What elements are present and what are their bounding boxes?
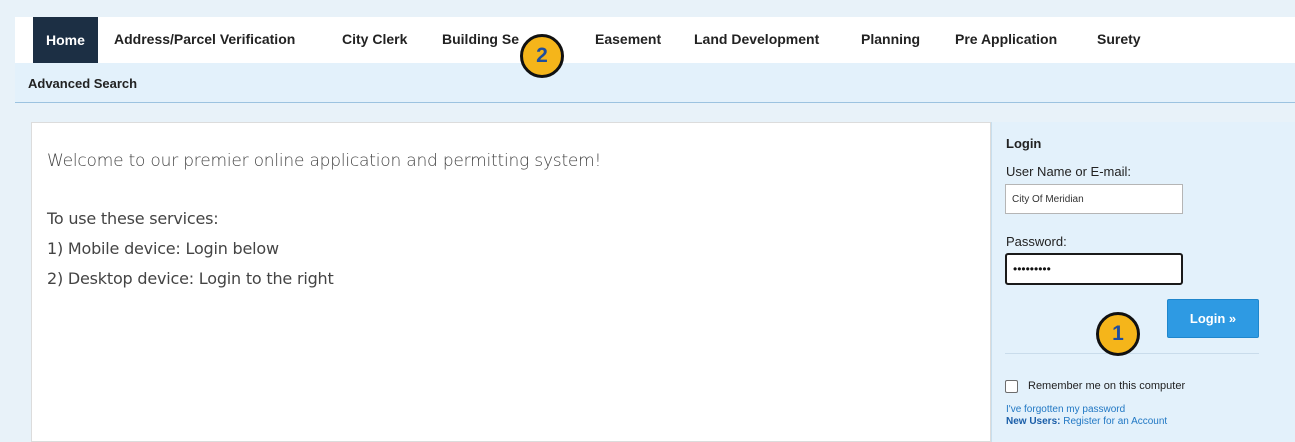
new-users-label: New Users:: [1006, 416, 1061, 427]
login-panel: Login User Name or E-mail: Password: Log…: [991, 122, 1295, 442]
tab-land-development[interactable]: Land Development: [694, 31, 819, 47]
username-label: User Name or E-mail:: [1006, 164, 1131, 179]
login-divider: [1005, 353, 1259, 354]
instruction-mobile: 1) Mobile device: Login below: [47, 239, 279, 258]
remember-me-label[interactable]: Remember me on this computer: [1028, 380, 1185, 392]
main-nav-tabs: Home Address/Parcel Verification City Cl…: [15, 17, 1295, 63]
forgot-password-link[interactable]: I've forgotten my password: [1006, 404, 1125, 415]
tab-easement[interactable]: Easement: [595, 31, 661, 47]
sub-navigation: Advanced Search: [15, 63, 1295, 103]
welcome-text: Welcome to our premier online applicatio…: [47, 151, 602, 171]
register-row: New Users: Register for an Account: [1006, 416, 1167, 427]
advanced-search-link[interactable]: Advanced Search: [28, 76, 137, 91]
tab-home[interactable]: Home: [33, 17, 98, 63]
tab-city-clerk[interactable]: City Clerk: [342, 31, 407, 47]
tab-planning[interactable]: Planning: [861, 31, 920, 47]
password-label: Password:: [1006, 234, 1067, 249]
login-button[interactable]: Login »: [1167, 299, 1259, 338]
tab-pre-application[interactable]: Pre Application: [955, 31, 1057, 47]
remember-me-checkbox[interactable]: [1005, 379, 1018, 393]
tab-building-services[interactable]: Building Se: [442, 31, 519, 47]
tab-address-parcel-verification[interactable]: Address/Parcel Verification: [114, 31, 295, 47]
username-input[interactable]: [1005, 184, 1183, 214]
tab-surety[interactable]: Surety: [1097, 31, 1141, 47]
password-input[interactable]: [1005, 253, 1183, 285]
welcome-panel: Welcome to our premier online applicatio…: [31, 122, 991, 442]
login-title: Login: [1006, 136, 1042, 151]
instructions-heading: To use these services:: [47, 209, 219, 228]
instruction-desktop: 2) Desktop device: Login to the right: [47, 269, 334, 288]
callout-badge-1: 1: [1096, 312, 1140, 356]
remember-me-row: Remember me on this computer: [1005, 378, 1185, 394]
register-link[interactable]: Register for an Account: [1063, 416, 1167, 427]
callout-badge-2: 2: [520, 34, 564, 78]
